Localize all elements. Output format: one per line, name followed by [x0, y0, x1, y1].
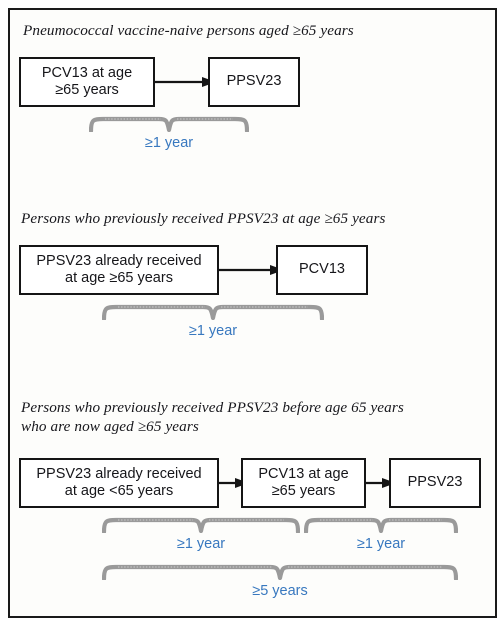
section-2-box-1: PPSV23 already received at age ≥65 years	[19, 245, 219, 295]
section-2-box-2: PCV13	[276, 245, 368, 295]
section-3-interval-label-3: ≥5 years	[252, 583, 308, 599]
brace-section-3-interval-3	[102, 564, 458, 580]
section-3-interval-label-2: ≥1 year	[356, 536, 406, 552]
section-3-heading: Persons who previously received PPSV23 b…	[21, 399, 404, 435]
section-2-heading: Persons who previously received PPSV23 a…	[21, 210, 386, 227]
section-1-box-2: PPSV23	[208, 57, 300, 107]
brace-section-3-interval-2	[304, 517, 458, 533]
section-2-interval-label-1: ≥1 year	[188, 323, 238, 339]
section-1-box-1: PCV13 at age ≥65 years	[19, 57, 155, 107]
section-1-interval-label-1: ≥1 year	[144, 135, 194, 151]
brace-section-3-interval-1	[102, 517, 300, 533]
brace-section-2-interval-1	[102, 304, 324, 320]
figure-frame: Pneumococcal vaccine-naive persons aged …	[8, 8, 497, 618]
section-3-box-2: PCV13 at age ≥65 years	[241, 458, 366, 508]
section-3-interval-label-1: ≥1 year	[176, 536, 226, 552]
section-1-heading: Pneumococcal vaccine-naive persons aged …	[23, 22, 354, 39]
section-3-box-1: PPSV23 already received at age <65 years	[19, 458, 219, 508]
brace-section-1-interval-1	[89, 116, 249, 132]
section-3-box-3: PPSV23	[389, 458, 481, 508]
